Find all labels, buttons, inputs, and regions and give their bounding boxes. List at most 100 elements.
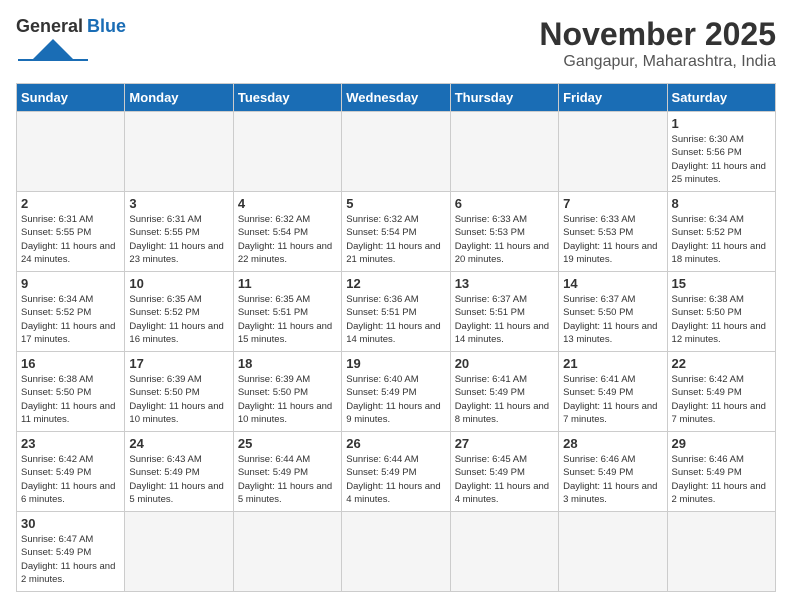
title-block: November 2025 Gangapur, Maharashtra, Ind… bbox=[539, 16, 776, 71]
day-info: Sunrise: 6:30 AM Sunset: 5:56 PM Dayligh… bbox=[672, 133, 771, 186]
day-header-sunday: Sunday bbox=[17, 84, 125, 112]
day-info: Sunrise: 6:36 AM Sunset: 5:51 PM Dayligh… bbox=[346, 293, 445, 346]
calendar-cell: 18 Sunrise: 6:39 AM Sunset: 5:50 PM Dayli… bbox=[233, 352, 341, 432]
calendar-cell: 8Sunrise: 6:34 AM Sunset: 5:52 PM Daylig… bbox=[667, 192, 775, 272]
calendar-subtitle: Gangapur, Maharashtra, India bbox=[539, 53, 776, 71]
day-info: Sunrise: 6:42 AM Sunset: 5:49 PM Dayligh… bbox=[672, 373, 771, 426]
calendar-cell: 25Sunrise: 6:44 AM Sunset: 5:49 PM Dayli… bbox=[233, 432, 341, 512]
calendar-table: SundayMondayTuesdayWednesdayThursdayFrid… bbox=[16, 83, 776, 592]
day-info: Sunrise: 6:34 AM Sunset: 5:52 PM Dayligh… bbox=[672, 213, 771, 266]
calendar-cell: 2 Sunrise: 6:31 AM Sunset: 5:55 PM Daylig… bbox=[17, 192, 125, 272]
calendar-cell: 23Sunrise: 6:42 AM Sunset: 5:49 PM Dayli… bbox=[17, 432, 125, 512]
day-info: Sunrise: 6:31 AM Sunset: 5:55 PM Dayligh… bbox=[129, 213, 228, 266]
calendar-week-row: 16Sunrise: 6:38 AM Sunset: 5:50 PM Dayli… bbox=[17, 352, 776, 432]
calendar-week-row: 2 Sunrise: 6:31 AM Sunset: 5:55 PM Daylig… bbox=[17, 192, 776, 272]
day-number: 5 bbox=[346, 196, 445, 211]
day-header-thursday: Thursday bbox=[450, 84, 558, 112]
logo: General Blue bbox=[16, 16, 126, 61]
day-info: Sunrise: 6:40 AM Sunset: 5:49 PM Dayligh… bbox=[346, 373, 445, 426]
day-info: Sunrise: 6:31 AM Sunset: 5:55 PM Dayligh… bbox=[21, 213, 120, 266]
calendar-cell: 13 Sunrise: 6:37 AM Sunset: 5:51 PM Dayli… bbox=[450, 272, 558, 352]
day-info: Sunrise: 6:38 AM Sunset: 5:50 PM Dayligh… bbox=[672, 293, 771, 346]
day-number: 13 bbox=[455, 276, 554, 291]
calendar-cell: 10 Sunrise: 6:35 AM Sunset: 5:52 PM Dayli… bbox=[125, 272, 233, 352]
calendar-cell bbox=[559, 512, 667, 592]
calendar-week-row: 30Sunrise: 6:47 AM Sunset: 5:49 PM Dayli… bbox=[17, 512, 776, 592]
day-header-monday: Monday bbox=[125, 84, 233, 112]
calendar-title: November 2025 bbox=[539, 16, 776, 53]
day-info: Sunrise: 6:37 AM Sunset: 5:50 PM Dayligh… bbox=[563, 293, 662, 346]
calendar-cell: 16Sunrise: 6:38 AM Sunset: 5:50 PM Dayli… bbox=[17, 352, 125, 432]
day-header-wednesday: Wednesday bbox=[342, 84, 450, 112]
day-info: Sunrise: 6:46 AM Sunset: 5:49 PM Dayligh… bbox=[672, 453, 771, 506]
calendar-cell bbox=[667, 512, 775, 592]
calendar-cell: 21Sunrise: 6:41 AM Sunset: 5:49 PM Dayli… bbox=[559, 352, 667, 432]
day-info: Sunrise: 6:37 AM Sunset: 5:51 PM Dayligh… bbox=[455, 293, 554, 346]
calendar-cell bbox=[125, 112, 233, 192]
calendar-cell: 14 Sunrise: 6:37 AM Sunset: 5:50 PM Dayli… bbox=[559, 272, 667, 352]
day-number: 2 bbox=[21, 196, 120, 211]
calendar-cell: 24Sunrise: 6:43 AM Sunset: 5:49 PM Dayli… bbox=[125, 432, 233, 512]
day-info: Sunrise: 6:39 AM Sunset: 5:50 PM Dayligh… bbox=[238, 373, 337, 426]
calendar-cell bbox=[17, 112, 125, 192]
calendar-cell bbox=[342, 112, 450, 192]
day-number: 27 bbox=[455, 436, 554, 451]
calendar-cell: 6 Sunrise: 6:33 AM Sunset: 5:53 PM Daylig… bbox=[450, 192, 558, 272]
day-info: Sunrise: 6:41 AM Sunset: 5:49 PM Dayligh… bbox=[563, 373, 662, 426]
calendar-cell: 20 Sunrise: 6:41 AM Sunset: 5:49 PM Dayli… bbox=[450, 352, 558, 432]
day-info: Sunrise: 6:33 AM Sunset: 5:53 PM Dayligh… bbox=[455, 213, 554, 266]
logo-text-general: General bbox=[16, 16, 83, 37]
day-info: Sunrise: 6:39 AM Sunset: 5:50 PM Dayligh… bbox=[129, 373, 228, 426]
calendar-cell: 26 Sunrise: 6:44 AM Sunset: 5:49 PM Dayli… bbox=[342, 432, 450, 512]
day-number: 10 bbox=[129, 276, 228, 291]
day-number: 22 bbox=[672, 356, 771, 371]
day-number: 12 bbox=[346, 276, 445, 291]
day-info: Sunrise: 6:41 AM Sunset: 5:49 PM Dayligh… bbox=[455, 373, 554, 426]
calendar-cell: 28 Sunrise: 6:46 AM Sunset: 5:49 PM Dayli… bbox=[559, 432, 667, 512]
calendar-week-row: 9Sunrise: 6:34 AM Sunset: 5:52 PM Daylig… bbox=[17, 272, 776, 352]
day-number: 9 bbox=[21, 276, 120, 291]
day-number: 1 bbox=[672, 116, 771, 131]
calendar-header-row: SundayMondayTuesdayWednesdayThursdayFrid… bbox=[17, 84, 776, 112]
day-number: 6 bbox=[455, 196, 554, 211]
day-info: Sunrise: 6:35 AM Sunset: 5:52 PM Dayligh… bbox=[129, 293, 228, 346]
day-number: 11 bbox=[238, 276, 337, 291]
day-number: 14 bbox=[563, 276, 662, 291]
day-number: 18 bbox=[238, 356, 337, 371]
day-info: Sunrise: 6:44 AM Sunset: 5:49 PM Dayligh… bbox=[238, 453, 337, 506]
calendar-cell bbox=[233, 112, 341, 192]
day-number: 19 bbox=[346, 356, 445, 371]
day-number: 30 bbox=[21, 516, 120, 531]
calendar-cell: 17Sunrise: 6:39 AM Sunset: 5:50 PM Dayli… bbox=[125, 352, 233, 432]
day-number: 3 bbox=[129, 196, 228, 211]
day-number: 16 bbox=[21, 356, 120, 371]
day-info: Sunrise: 6:45 AM Sunset: 5:49 PM Dayligh… bbox=[455, 453, 554, 506]
day-info: Sunrise: 6:42 AM Sunset: 5:49 PM Dayligh… bbox=[21, 453, 120, 506]
calendar-cell bbox=[342, 512, 450, 592]
day-number: 28 bbox=[563, 436, 662, 451]
day-number: 26 bbox=[346, 436, 445, 451]
day-number: 20 bbox=[455, 356, 554, 371]
logo-text-blue: Blue bbox=[87, 16, 126, 37]
calendar-cell: 3 Sunrise: 6:31 AM Sunset: 5:55 PM Daylig… bbox=[125, 192, 233, 272]
calendar-cell: 27 Sunrise: 6:45 AM Sunset: 5:49 PM Dayli… bbox=[450, 432, 558, 512]
day-number: 15 bbox=[672, 276, 771, 291]
calendar-cell: 19 Sunrise: 6:40 AM Sunset: 5:49 PM Dayli… bbox=[342, 352, 450, 432]
calendar-cell: 22 Sunrise: 6:42 AM Sunset: 5:49 PM Dayli… bbox=[667, 352, 775, 432]
day-number: 4 bbox=[238, 196, 337, 211]
calendar-cell: 4 Sunrise: 6:32 AM Sunset: 5:54 PM Daylig… bbox=[233, 192, 341, 272]
calendar-cell: 30Sunrise: 6:47 AM Sunset: 5:49 PM Dayli… bbox=[17, 512, 125, 592]
day-info: Sunrise: 6:33 AM Sunset: 5:53 PM Dayligh… bbox=[563, 213, 662, 266]
calendar-cell: 9Sunrise: 6:34 AM Sunset: 5:52 PM Daylig… bbox=[17, 272, 125, 352]
calendar-cell bbox=[450, 112, 558, 192]
logo-icon bbox=[18, 39, 88, 61]
day-info: Sunrise: 6:44 AM Sunset: 5:49 PM Dayligh… bbox=[346, 453, 445, 506]
calendar-week-row: 23Sunrise: 6:42 AM Sunset: 5:49 PM Dayli… bbox=[17, 432, 776, 512]
day-number: 7 bbox=[563, 196, 662, 211]
day-header-saturday: Saturday bbox=[667, 84, 775, 112]
day-info: Sunrise: 6:32 AM Sunset: 5:54 PM Dayligh… bbox=[238, 213, 337, 266]
calendar-cell bbox=[450, 512, 558, 592]
page-header: General Blue November 2025 Gangapur, Mah… bbox=[16, 16, 776, 71]
day-info: Sunrise: 6:32 AM Sunset: 5:54 PM Dayligh… bbox=[346, 213, 445, 266]
day-info: Sunrise: 6:46 AM Sunset: 5:49 PM Dayligh… bbox=[563, 453, 662, 506]
